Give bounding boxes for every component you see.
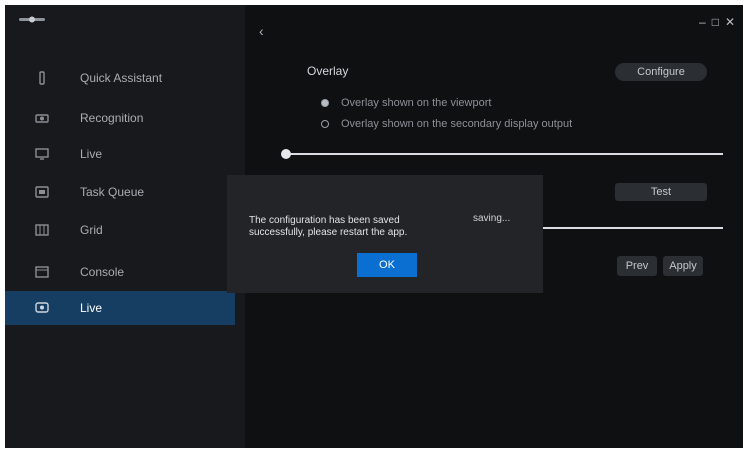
message-dialog: The configuration has been saved success… xyxy=(227,175,543,293)
maximize-icon[interactable]: □ xyxy=(712,15,719,29)
sidebar-item-label: Grid xyxy=(80,223,103,237)
slider-track-secondary[interactable] xyxy=(535,227,723,229)
window-controls: – □ ✕ xyxy=(699,15,735,29)
sidebar-item-label: Live xyxy=(80,301,103,315)
section-title: Overlay xyxy=(307,64,349,78)
sidebar-item-console[interactable]: Console xyxy=(5,255,235,289)
prev-button[interactable]: Prev xyxy=(617,256,657,276)
test-button[interactable]: Test xyxy=(615,183,707,201)
radio-button-selected[interactable] xyxy=(321,99,329,107)
face-icon xyxy=(34,111,50,125)
ok-button[interactable]: OK xyxy=(357,253,417,277)
radio-label: Overlay shown on the secondary display o… xyxy=(341,118,573,130)
radio-option-secondary[interactable]: Overlay shown on the secondary display o… xyxy=(321,118,572,130)
radio-option-viewport[interactable]: Overlay shown on the viewport xyxy=(321,97,491,109)
sidebar-item-live[interactable]: Live xyxy=(5,137,235,171)
close-icon[interactable]: ✕ xyxy=(725,15,735,29)
sidebar: Quick Assistant Recognition Live Task Qu… xyxy=(5,5,245,448)
sidebar-item-quick-assistant[interactable]: Quick Assistant xyxy=(5,61,235,95)
slider-handle[interactable] xyxy=(281,149,291,159)
sidebar-item-label: Console xyxy=(80,265,125,279)
sidebar-item-recognition[interactable]: Recognition xyxy=(5,101,235,135)
sidebar-item-task-queue[interactable]: Task Queue xyxy=(5,175,235,209)
screen-icon xyxy=(34,301,50,315)
radio-button[interactable] xyxy=(321,120,329,128)
assistant-icon xyxy=(34,71,50,85)
radio-label: Overlay shown on the viewport xyxy=(341,97,492,109)
dialog-message: The configuration has been saved success… xyxy=(249,215,408,238)
app-window: Quick Assistant Recognition Live Task Qu… xyxy=(5,5,743,448)
sidebar-item-label: Recognition xyxy=(80,111,144,125)
sidebar-item-label: Live xyxy=(80,147,103,161)
monitor-icon xyxy=(34,147,50,161)
grid-icon xyxy=(34,223,50,237)
back-arrow-icon[interactable]: ‹ xyxy=(259,23,264,39)
dialog-status-text: saving... xyxy=(473,213,511,224)
queue-icon xyxy=(34,185,50,199)
apply-button[interactable]: Apply xyxy=(663,256,703,276)
sidebar-item-live-active[interactable]: Live xyxy=(5,291,235,325)
app-logo-icon xyxy=(19,16,45,23)
slider-track[interactable] xyxy=(285,153,723,155)
sidebar-item-label: Task Queue xyxy=(80,185,145,199)
minimize-icon[interactable]: – xyxy=(699,15,706,29)
console-icon xyxy=(34,265,50,279)
sidebar-item-grid[interactable]: Grid xyxy=(5,213,235,247)
configure-button[interactable]: Configure xyxy=(615,63,707,81)
sidebar-item-label: Quick Assistant xyxy=(80,71,163,85)
